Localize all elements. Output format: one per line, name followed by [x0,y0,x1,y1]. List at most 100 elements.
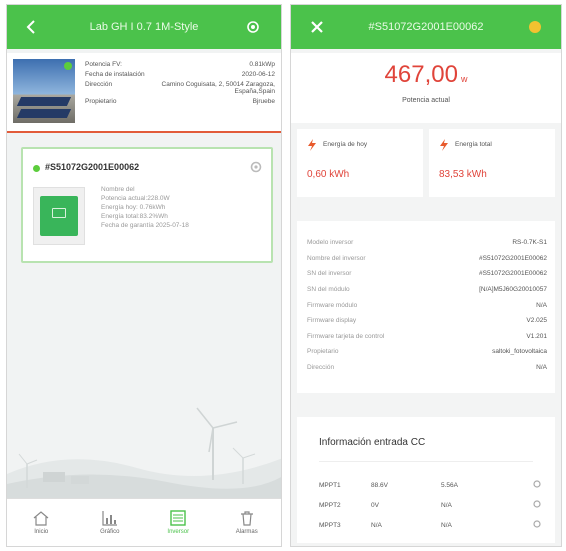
info-value: #S51072G2001E00062 [479,270,547,278]
plant-info: Potencia FV: 0.81kWp Fecha de instalació… [75,59,275,125]
inverter-detail: Energía hoy: 0.76kWh [101,204,166,211]
inverter-icon [170,510,186,526]
plant-field-label: Propietario [85,98,117,105]
trash-icon [240,511,253,526]
divider [319,461,533,462]
gear-icon[interactable] [233,5,273,49]
nav-inversor[interactable]: Inversor [144,499,213,546]
nav-label: Alarmas [235,529,258,535]
dc-input-title: Información entrada CC [319,437,426,448]
info-value: #S51072G2001E00062 [479,254,547,262]
mppt-name: MPPT1 [319,481,341,489]
plant-summary-card[interactable]: Potencia FV: 0.81kWp Fecha de instalació… [7,53,281,133]
current-power-label: Potencia actual [402,97,450,104]
info-row: Firmware display V2.025 [307,313,547,329]
info-row: Modelo inversor RS-0.7K-S1 [307,235,547,251]
info-row: SN del inversor #S51072G2001E00062 [307,266,547,282]
info-value: N/A [536,301,547,309]
plant-field-value: 0.81kWp [249,61,275,68]
info-row: SN del módulo [N/A]M5J60G20010057 [307,282,547,298]
mppt-voltage: N/A [371,521,382,529]
nav-label: Inversor [167,529,190,535]
info-row: Firmware tarjeta de control V1.201 [307,329,547,345]
nav-label: Inicio [34,529,49,535]
info-key: Firmware módulo [307,301,358,309]
plant-field-label: Dirección [85,81,113,88]
info-row: Propietario saltoki_fotovoltaica [307,344,547,360]
plant-field-label: Potencia FV: [85,61,122,68]
info-key: Firmware display [307,317,357,325]
info-key: Propietario [307,348,339,356]
settings-icon[interactable] [249,160,263,174]
energy-today-value: 0,60 kWh [307,169,350,180]
energy-total-card: Energía total 83,53 kWh [429,129,555,197]
online-status-dot [64,62,72,70]
inverter-detail: Potencia actual:228.0W [101,195,170,202]
energy-today-label: Energía de hoy [323,141,368,148]
chart-icon [102,511,117,526]
lightning-icon [308,139,316,151]
inverter-card[interactable]: #S51072G2001E00062 Nombre del Potencia a… [21,147,273,263]
landscape-illustration [7,407,281,498]
current-power-value: 467,00 [384,61,458,88]
info-row: Nombre del inversor #S51072G2001E00062 [307,251,547,267]
info-key: Firmware tarjeta de control [307,332,385,340]
mppt-voltage: 88.6V [371,481,388,489]
info-row: Firmware módulo N/A [307,297,547,313]
plant-field-value: Bjruebe [252,98,275,105]
gear-icon[interactable] [511,480,541,490]
energy-total-value: 83,53 kWh [439,169,487,180]
nav-grafico[interactable]: Gráfico [76,499,145,546]
mppt-voltage: 0V [371,501,379,509]
info-value: V1.201 [526,332,547,340]
plant-field-value: 2020-06-12 [241,71,275,78]
back-arrow-icon[interactable] [11,5,51,49]
energy-today-card: Energía de hoy 0,60 kWh [297,129,423,197]
mppt-row: MPPT1 88.6V 5.56A [319,479,541,491]
online-status-dot [33,165,40,172]
info-key: SN del módulo [307,286,350,294]
info-key: Dirección [307,364,335,372]
current-power-unit: w [460,74,468,84]
close-icon[interactable] [297,5,337,49]
inverter-detail: Fecha de garantía 2025-07-18 [101,222,189,229]
mppt-current: N/A [441,521,452,529]
nav-alarmas[interactable]: Alarmas [213,499,282,546]
inverter-info-card: Modelo inversor RS-0.7K-S1 Nombre del inv… [297,221,555,393]
inverter-detail: Energía total:83.2%Wh [101,213,168,220]
inverter-detail-screen: #S51072G2001E00062 467,00 w Potencia actu… [290,4,562,547]
mppt-name: MPPT3 [319,521,341,529]
inverter-detail: Nombre del [101,186,135,193]
bottom-nav: Inicio Gráfico Inversor Alarmas [7,498,281,546]
mppt-row: MPPT2 0V N/A [319,499,541,511]
info-value: [N/A]M5J60G20010057 [479,286,547,294]
info-value: saltoki_fotovoltaica [492,348,547,356]
lightning-icon [440,139,448,151]
plant-screen: Lab GH I 0.7 1M-Style Potencia FV: 0.81k… [6,4,282,547]
nav-inicio[interactable]: Inicio [7,499,76,546]
inverter-sn: #S51072G2001E00062 [45,162,140,172]
current-power: 467,00 w [291,53,561,89]
plant-field-value: Camino Coguisata, 2, 50014 Zaragoza, Esp… [161,81,275,95]
info-row: Dirección N/A [307,360,547,376]
mppt-current: N/A [441,501,452,509]
info-key: SN del inversor [307,270,352,278]
plant-photo [13,59,75,123]
gear-icon[interactable] [511,520,541,530]
info-key: Nombre del inversor [307,254,366,262]
energy-row: Energía de hoy 0,60 kWh Energía total 83… [297,129,555,197]
current-power-card: 467,00 w Potencia actual [291,53,561,123]
gear-icon[interactable] [511,500,541,510]
mppt-row: MPPT3 N/A N/A [319,519,541,531]
dc-input-card: Información entrada CC MPPT1 88.6V 5.56A… [297,417,555,543]
energy-total-label: Energía total [455,141,492,148]
home-icon [33,511,49,526]
nav-label: Gráfico [100,529,120,535]
info-value: N/A [536,364,547,372]
plant-header: Lab GH I 0.7 1M-Style [7,5,281,49]
info-value: V2.025 [526,317,547,325]
mppt-current: 5.56A [441,481,458,489]
info-value: RS-0.7K-S1 [512,239,547,247]
inverter-details: Nombre del Potencia actual:228.0W Energí… [101,185,189,230]
plant-field-label: Fecha de instalación [85,71,145,78]
